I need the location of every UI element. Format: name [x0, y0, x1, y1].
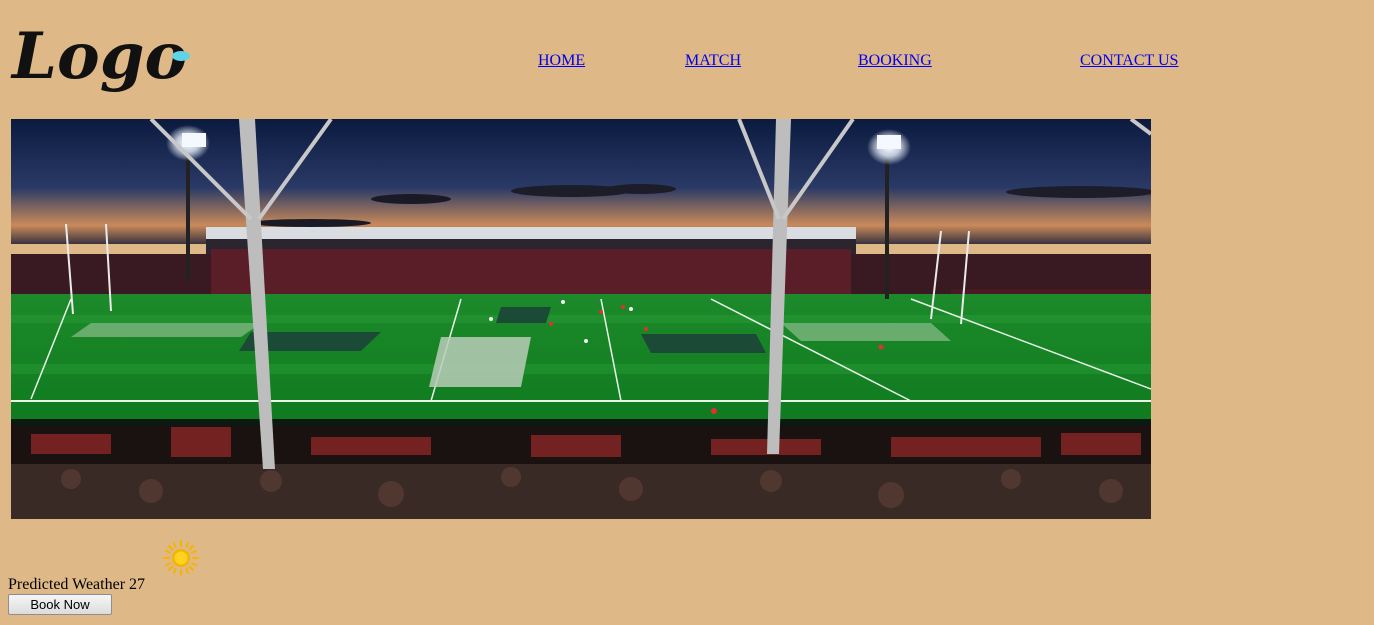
predicted-weather-text: Predicted Weather 27 [8, 576, 146, 593]
book-now-button[interactable]: Book Now [8, 594, 112, 615]
sun-icon [163, 540, 199, 576]
logo-dot [172, 51, 190, 61]
logo-text: Logo [10, 19, 187, 94]
logo: Logo [10, 19, 190, 94]
nav-home-link[interactable]: HOME [538, 52, 585, 70]
nav-contact-link[interactable]: CONTACT US [1080, 52, 1178, 70]
nav-booking-link[interactable]: BOOKING [858, 52, 932, 70]
nav-match-link[interactable]: MATCH [685, 52, 741, 70]
stadium-image [11, 119, 1151, 519]
